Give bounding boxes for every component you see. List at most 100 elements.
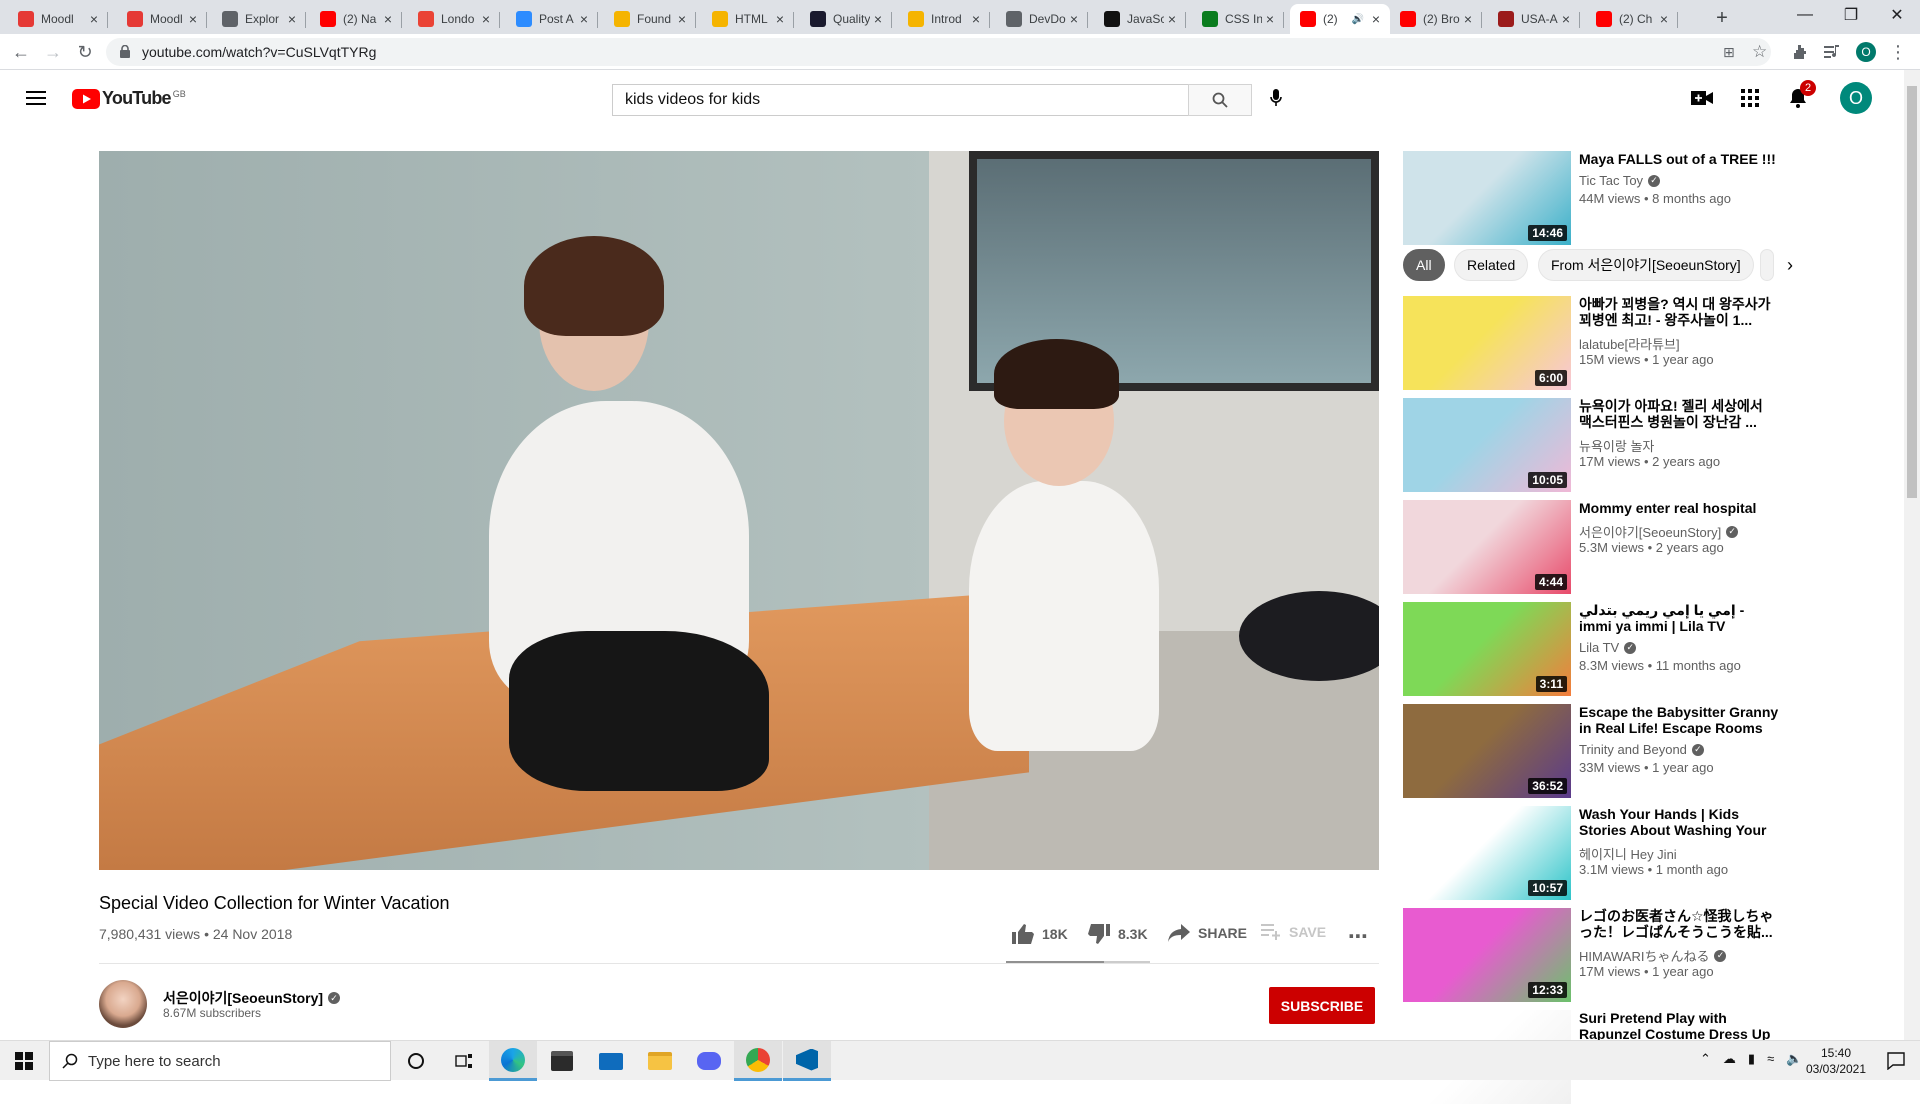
new-tab-button[interactable]: + (1708, 4, 1736, 32)
youtube-logo[interactable]: YouTube GB (72, 88, 186, 109)
video-thumbnail[interactable]: 14:46 (1403, 151, 1571, 245)
tab-close-icon[interactable]: × (185, 11, 201, 27)
tab-close-icon[interactable]: × (1558, 11, 1574, 27)
browser-tab[interactable]: Londo × (408, 4, 500, 34)
media-control-icon[interactable] (1820, 40, 1844, 64)
recommended-video-channel[interactable]: Trinity and Beyond ✓ (1579, 742, 1704, 757)
video-thumbnail[interactable]: 36:52 (1403, 704, 1571, 798)
browser-tab[interactable]: (2) Ch × (1586, 4, 1678, 34)
wifi-icon[interactable]: ≈ (1767, 1051, 1774, 1067)
browser-tab[interactable]: Explor × (212, 4, 306, 34)
recommended-video-title[interactable]: إمي يا إمي ريمي بتدلي - immi ya immi | L… (1579, 602, 1779, 634)
onedrive-icon[interactable]: ☁ (1723, 1051, 1736, 1067)
battery-icon[interactable]: ▮ (1748, 1051, 1755, 1067)
bookmark-star-icon[interactable]: ☆ (1752, 42, 1767, 62)
extensions-icon[interactable] (1788, 40, 1812, 64)
address-bar[interactable]: youtube.com/watch?v=CuSLVqtTYRg ⊞ ☆ (106, 38, 1771, 66)
tab-close-icon[interactable]: × (1164, 11, 1180, 27)
file-explorer-icon[interactable] (636, 1041, 684, 1081)
voice-search-button[interactable] (1256, 78, 1296, 118)
recommended-video-card[interactable]: 6:00 아빠가 꾀병을? 역시 대 왕주사가 꾀병엔 최고! - 왕주사놀이 1… (1403, 296, 1771, 390)
subscribe-button[interactable]: SUBSCRIBE (1269, 987, 1375, 1024)
tab-close-icon[interactable]: × (1262, 11, 1278, 27)
create-video-button[interactable] (1682, 78, 1722, 118)
search-input[interactable]: kids videos for kids (612, 84, 1188, 116)
restore-icon[interactable]: ❐ (1828, 0, 1874, 30)
scrollbar-thumb[interactable] (1907, 86, 1917, 498)
hamburger-menu-icon[interactable] (16, 78, 56, 118)
browser-tab[interactable]: HTML × (702, 4, 794, 34)
taskbar-clock[interactable]: 15:40 03/03/2021 (1798, 1045, 1874, 1077)
install-icon[interactable]: ⊞ (1723, 44, 1735, 61)
chips-next-icon[interactable]: › (1778, 253, 1802, 277)
back-icon[interactable]: ← (9, 40, 33, 64)
cortana-icon[interactable] (392, 1041, 440, 1081)
video-player[interactable] (99, 151, 1379, 870)
channel-avatar[interactable] (99, 980, 147, 1028)
recommended-video-channel[interactable]: 서은이야기[SeoeunStory] ✓ (1579, 522, 1739, 541)
video-thumbnail[interactable]: 10:05 (1403, 398, 1571, 492)
recommended-video-card[interactable]: 3:11 إمي يا إمي ريمي بتدلي - immi ya immi… (1403, 602, 1744, 696)
dislike-button[interactable]: 8.3K (1088, 924, 1148, 944)
save-button[interactable]: SAVE (1261, 924, 1326, 940)
browser-tab[interactable]: CSS In × (1192, 4, 1284, 34)
video-thumbnail[interactable]: 3:11 (1403, 602, 1571, 696)
recommended-video-channel[interactable]: 헤이지니 Hey Jini (1579, 844, 1677, 863)
tab-close-icon[interactable]: × (1656, 11, 1672, 27)
tab-close-icon[interactable]: × (380, 11, 396, 27)
recommended-video-card[interactable]: 4:44 Mommy enter real hospital 서은이야기[Seoeu… (1403, 500, 1756, 594)
minimize-icon[interactable]: — (1782, 0, 1828, 30)
recommended-video-title[interactable]: 뉴욕이가 아파요! 젤리 세상에서 맥스터핀스 병원놀이 장난감 ... (1579, 398, 1779, 430)
browser-tab[interactable]: Introd × (898, 4, 990, 34)
profile-avatar[interactable]: O (1854, 40, 1878, 64)
chrome-menu-icon[interactable]: ⋮ (1886, 40, 1910, 64)
edge-icon[interactable] (489, 1041, 537, 1081)
task-view-icon[interactable] (440, 1041, 488, 1081)
video-thumbnail[interactable]: 10:57 (1403, 806, 1571, 900)
tray-chevron-icon[interactable]: ⌃ (1700, 1051, 1711, 1067)
taskbar-search-box[interactable]: Type here to search (49, 1041, 391, 1081)
windows-start-icon[interactable] (0, 1041, 48, 1081)
tab-close-icon[interactable]: × (870, 11, 886, 27)
account-avatar-button[interactable]: O (1836, 78, 1876, 118)
recommended-video-title[interactable]: Maya FALLS out of a TREE !!! (1579, 151, 1779, 167)
filter-chip-overflow[interactable] (1760, 249, 1774, 281)
discord-icon[interactable] (685, 1041, 733, 1081)
recommended-video-title[interactable]: 아빠가 꾀병을? 역시 대 왕주사가 꾀병엔 최고! - 왕주사놀이 1... (1579, 296, 1779, 328)
browser-tab[interactable]: USA-A × (1488, 4, 1580, 34)
store-icon[interactable] (538, 1041, 586, 1081)
browser-tab[interactable]: (2) Na × (310, 4, 402, 34)
more-actions-icon[interactable]: ⋯ (1348, 924, 1368, 949)
browser-tab[interactable]: Post A × (506, 4, 598, 34)
reload-icon[interactable]: ↻ (73, 40, 97, 64)
recommended-video-card[interactable]: 10:05 뉴욕이가 아파요! 젤리 세상에서 맥스터핀스 병원놀이 장난감 ..… (1403, 398, 1763, 492)
search-button[interactable] (1188, 84, 1252, 116)
mail-icon[interactable] (587, 1041, 635, 1081)
video-thumbnail[interactable]: 6:00 (1403, 296, 1571, 390)
recommended-video-channel[interactable]: Tic Tac Toy ✓ (1579, 173, 1661, 188)
tab-close-icon[interactable]: × (968, 11, 984, 27)
recommended-video-title[interactable]: レゴのお医者さん☆怪我しちゃった！レゴぱんそうこうを貼... (1579, 908, 1779, 940)
filter-chip[interactable]: Related (1454, 249, 1529, 281)
tab-audio-icon[interactable]: 🔊 (1352, 14, 1364, 25)
recommended-video-card[interactable]: 36:52 Escape the Babysitter Granny in Rea… (1403, 704, 1778, 798)
video-thumbnail[interactable]: 12:33 (1403, 908, 1571, 1002)
recommended-video-card[interactable]: 12:33 レゴのお医者さん☆怪我しちゃった！レゴぱんそうこうを貼... HIMAW… (1403, 908, 1774, 1002)
browser-tab[interactable]: Found × (604, 4, 696, 34)
notification-center-icon[interactable] (1872, 1041, 1920, 1081)
browser-tab[interactable]: Moodl × (117, 4, 207, 34)
tab-close-icon[interactable]: × (576, 11, 592, 27)
recommended-video-channel[interactable]: HIMAWARIちゃんねる ✓ (1579, 946, 1727, 965)
tab-close-icon[interactable]: × (284, 11, 300, 27)
close-window-icon[interactable]: ✕ (1874, 0, 1920, 30)
tab-close-icon[interactable]: × (772, 11, 788, 27)
chrome-icon[interactable] (734, 1041, 782, 1081)
filter-chip[interactable]: From 서은이야기[SeoeunStory] (1538, 249, 1754, 281)
tab-close-icon[interactable]: × (1368, 11, 1384, 27)
notifications-button[interactable]: 2 (1778, 78, 1818, 118)
like-button[interactable]: 18K (1012, 924, 1068, 944)
share-button[interactable]: SHARE (1168, 924, 1247, 942)
vscode-icon[interactable] (783, 1041, 831, 1081)
browser-tab[interactable]: (2) Bro × (1390, 4, 1482, 34)
recommended-video-card[interactable]: 14:46 Maya FALLS out of a TREE !!! Tic Tac… (1403, 151, 1776, 245)
